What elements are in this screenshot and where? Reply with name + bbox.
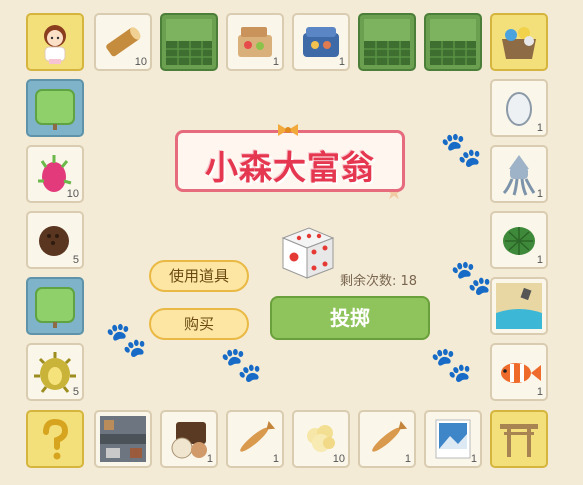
paw-decoration: 🐾 [450, 258, 493, 298]
character-avatar-icon [44, 25, 66, 64]
tile-dried-fish[interactable]: 1 [226, 410, 284, 468]
torii-gate-icon [500, 424, 538, 457]
paw-decoration: 🐾 [220, 345, 263, 385]
remaining-rolls: 剩余次数: 18 [340, 270, 417, 289]
tile-popcorn[interactable]: 10 [292, 410, 350, 468]
egg-icon [506, 92, 532, 126]
tile-turtle[interactable]: 1 [490, 211, 548, 269]
tile-start[interactable] [26, 13, 84, 71]
item-count: 1 [536, 254, 543, 266]
paw-decoration: 🐾 [440, 130, 483, 170]
item-count: 1 [536, 122, 543, 134]
item-count: 1 [536, 386, 543, 398]
item-count: 1 [272, 453, 279, 465]
tile-squid[interactable]: 1 [490, 145, 548, 203]
clownfish-icon [501, 363, 541, 383]
fence-icon [166, 19, 212, 65]
item-count: 10 [134, 56, 147, 68]
tile-cookie-tin[interactable]: 1 [292, 13, 350, 71]
tile-bento[interactable]: 1 [160, 410, 218, 468]
grass-pad-icon [35, 89, 75, 130]
durian-icon [34, 352, 76, 393]
tile-chance[interactable] [26, 410, 84, 468]
fence-icon [364, 19, 410, 65]
dried-fish-icon [372, 421, 408, 452]
tile-durian[interactable]: 5 [26, 343, 84, 401]
tile-toy-basket[interactable] [490, 13, 548, 71]
turtle-icon [503, 227, 535, 255]
use-item-button[interactable]: 使用道具 [149, 260, 249, 292]
remaining-value: 18 [400, 274, 418, 289]
tile-fence[interactable] [160, 13, 218, 71]
squid-icon [502, 155, 536, 196]
item-count: 1 [272, 56, 279, 68]
item-count: 5 [72, 254, 79, 266]
photo-icon [435, 419, 471, 459]
tile-clownfish[interactable]: 1 [490, 343, 548, 401]
paw-decoration: 🐾 [105, 320, 148, 360]
tile-wood-log[interactable]: 10 [94, 13, 152, 71]
tile-fence[interactable] [424, 13, 482, 71]
street-map-icon [100, 416, 146, 462]
tile-egg[interactable]: 1 [490, 79, 548, 137]
item-count: 1 [536, 188, 543, 200]
game-title-banner: 小森大富翁 [175, 130, 405, 192]
bow-icon [278, 124, 298, 136]
toy-basket-icon [502, 27, 536, 59]
lunch-box-icon [238, 27, 272, 57]
question-mark-icon [43, 418, 69, 460]
tile-grass-pad[interactable] [26, 277, 84, 335]
paw-decoration: 🐾 [430, 345, 473, 385]
item-count: 5 [72, 386, 79, 398]
cookie-tin-icon [303, 27, 339, 57]
item-count: 10 [332, 453, 345, 465]
item-count: 1 [470, 453, 477, 465]
fence-icon [430, 19, 476, 65]
item-count: 10 [66, 188, 79, 200]
dried-fish-icon [240, 421, 276, 452]
tile-street-map[interactable] [94, 410, 152, 468]
tile-coconut[interactable]: 5 [26, 211, 84, 269]
coconut-icon [39, 226, 69, 256]
grass-pad-icon [35, 287, 75, 328]
dice-icon[interactable] [277, 224, 337, 280]
remaining-label: 剩余次数: [340, 274, 397, 289]
item-count: 1 [338, 56, 345, 68]
tile-lunch-box[interactable]: 1 [226, 13, 284, 71]
bento-icon [171, 422, 207, 459]
tile-beach[interactable] [490, 277, 548, 335]
tile-grass-pad[interactable] [26, 79, 84, 137]
tile-fence[interactable] [358, 13, 416, 71]
tile-torii-gate[interactable] [490, 410, 548, 468]
buy-button[interactable]: 购买 [149, 308, 249, 340]
item-count: 1 [206, 453, 213, 465]
item-count: 1 [404, 453, 411, 465]
tile-dried-fish[interactable]: 1 [358, 410, 416, 468]
game-title: 小森大富翁 [205, 148, 375, 187]
beach-icon [496, 283, 542, 329]
roll-button[interactable]: 投掷 [270, 296, 430, 340]
tile-photo[interactable]: 1 [424, 410, 482, 468]
tile-dragon-fruit[interactable]: 10 [26, 145, 84, 203]
